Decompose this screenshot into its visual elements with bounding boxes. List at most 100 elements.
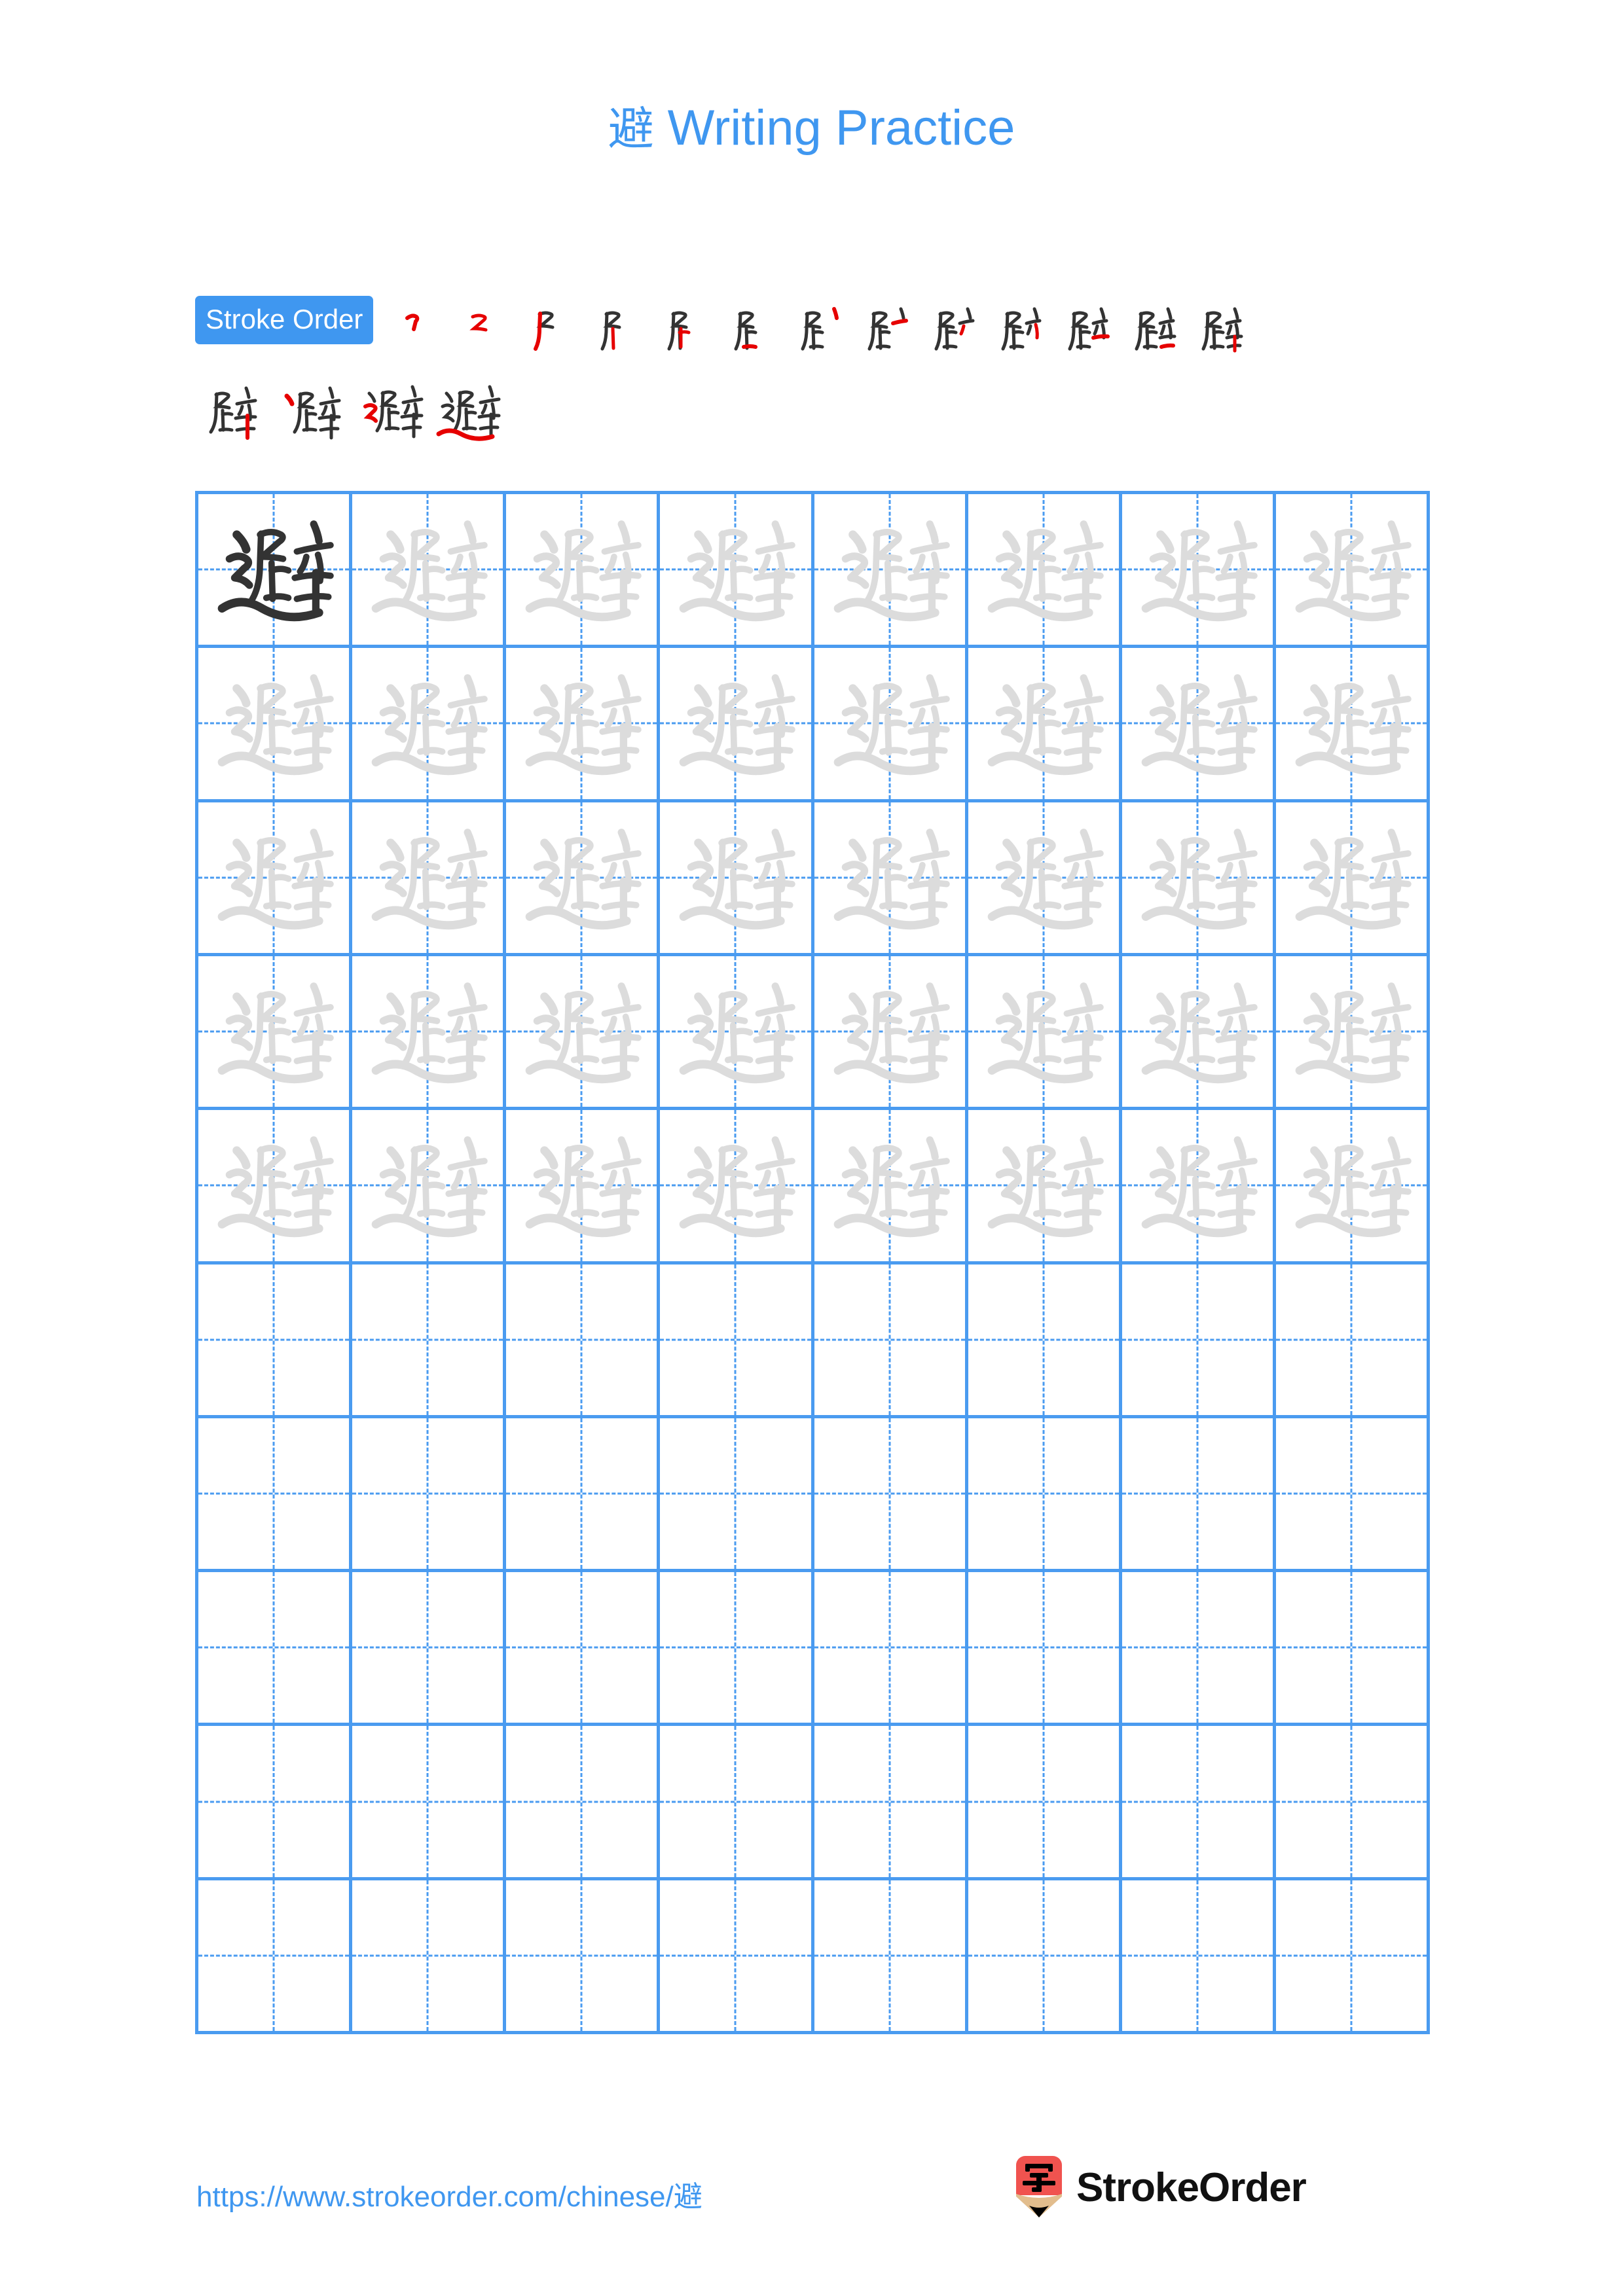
practice-cell[interactable] [1122, 1418, 1276, 1573]
practice-cell[interactable] [506, 1418, 661, 1573]
practice-cell[interactable] [506, 802, 661, 956]
practice-cell[interactable] [506, 1572, 661, 1727]
practice-cell[interactable] [814, 1418, 968, 1573]
cell-horizontal-guide [814, 1338, 965, 1341]
practice-cell[interactable] [660, 956, 814, 1111]
practice-cell[interactable] [968, 1572, 1122, 1727]
model-character [198, 494, 349, 645]
cell-horizontal-guide [198, 1492, 350, 1495]
practice-cell[interactable] [1275, 1264, 1430, 1418]
practice-cell[interactable] [198, 494, 353, 649]
practice-cell[interactable] [968, 1418, 1122, 1573]
practice-cell[interactable] [198, 1880, 353, 2034]
trace-character [660, 956, 811, 1107]
practice-cell[interactable] [814, 494, 968, 649]
footer-url-link[interactable]: https://www.strokeorder.com/chinese/避 [196, 2173, 702, 2215]
practice-cell[interactable] [506, 648, 661, 802]
practice-cell[interactable] [1275, 1572, 1430, 1727]
practice-cell[interactable] [352, 1418, 507, 1573]
cell-horizontal-guide [506, 1801, 657, 1803]
practice-cell[interactable] [660, 1726, 814, 1880]
cell-horizontal-guide [660, 1646, 811, 1649]
practice-cell[interactable] [814, 802, 968, 956]
practice-cell[interactable] [1275, 1726, 1430, 1880]
practice-cell[interactable] [660, 1110, 814, 1265]
practice-cell[interactable] [968, 1726, 1122, 1880]
practice-cell[interactable] [814, 956, 968, 1111]
practice-cell[interactable] [968, 494, 1122, 649]
practice-cell[interactable] [352, 1264, 507, 1418]
practice-cell[interactable] [1275, 1110, 1430, 1265]
practice-cell[interactable] [1122, 1110, 1276, 1265]
practice-cell[interactable] [968, 648, 1122, 802]
practice-cell[interactable] [1275, 648, 1430, 802]
practice-cell[interactable] [198, 1726, 353, 1880]
practice-cell[interactable] [352, 494, 507, 649]
footer-logo[interactable]: StrokeOrder [1013, 2155, 1307, 2220]
practice-cell[interactable] [814, 1264, 968, 1418]
practice-cell[interactable] [968, 802, 1122, 956]
practice-cell[interactable] [198, 956, 353, 1111]
practice-cell[interactable] [660, 1572, 814, 1727]
trace-character [1122, 494, 1273, 645]
trace-character [506, 1110, 657, 1261]
stroke-step-8 [852, 296, 919, 361]
practice-cell[interactable] [814, 1880, 968, 2034]
practice-cell[interactable] [814, 1572, 968, 1727]
trace-character [198, 648, 349, 798]
stroke-order-badge: Stroke Order [195, 296, 374, 344]
practice-cell[interactable] [660, 1880, 814, 2034]
practice-cell[interactable] [1275, 1418, 1430, 1573]
practice-cell[interactable] [968, 1264, 1122, 1418]
trace-character [1276, 648, 1427, 798]
practice-cell[interactable] [198, 1418, 353, 1573]
practice-cell[interactable] [198, 1264, 353, 1418]
practice-cell[interactable] [660, 1418, 814, 1573]
practice-cell[interactable] [660, 494, 814, 649]
practice-cell[interactable] [1275, 494, 1430, 649]
practice-cell[interactable] [506, 494, 661, 649]
practice-cell[interactable] [814, 1726, 968, 1880]
practice-cell[interactable] [506, 1264, 661, 1418]
practice-cell[interactable] [1122, 1572, 1276, 1727]
practice-cell[interactable] [1122, 648, 1276, 802]
practice-cell[interactable] [660, 802, 814, 956]
practice-cell[interactable] [352, 1880, 507, 2034]
practice-cell[interactable] [352, 802, 507, 956]
practice-cell[interactable] [506, 1726, 661, 1880]
trace-character [352, 494, 503, 645]
cell-horizontal-guide [968, 1954, 1119, 1957]
practice-cell[interactable] [1122, 956, 1276, 1111]
practice-cell[interactable] [352, 1110, 507, 1265]
stroke-step-13 [1186, 296, 1253, 361]
cell-horizontal-guide [506, 1954, 657, 1957]
practice-cell[interactable] [1122, 494, 1276, 649]
practice-cell[interactable] [1122, 1264, 1276, 1418]
practice-cell[interactable] [506, 1110, 661, 1265]
practice-cell[interactable] [968, 1880, 1122, 2034]
practice-cell[interactable] [814, 1110, 968, 1265]
practice-cell[interactable] [198, 1572, 353, 1727]
practice-cell[interactable] [968, 956, 1122, 1111]
practice-cell[interactable] [1122, 1880, 1276, 2034]
practice-cell[interactable] [814, 648, 968, 802]
practice-cell[interactable] [352, 648, 507, 802]
practice-cell[interactable] [198, 1110, 353, 1265]
practice-cell[interactable] [660, 1264, 814, 1418]
practice-cell[interactable] [1275, 802, 1430, 956]
practice-cell[interactable] [1275, 956, 1430, 1111]
practice-cell[interactable] [506, 1880, 661, 2034]
trace-character [506, 648, 657, 798]
practice-cell[interactable] [352, 1572, 507, 1727]
practice-cell[interactable] [968, 1110, 1122, 1265]
practice-cell[interactable] [506, 956, 661, 1111]
practice-cell[interactable] [198, 802, 353, 956]
practice-cell[interactable] [1122, 802, 1276, 956]
practice-cell[interactable] [352, 1726, 507, 1880]
practice-cell[interactable] [660, 648, 814, 802]
practice-cell[interactable] [1122, 1726, 1276, 1880]
practice-cell[interactable] [198, 648, 353, 802]
practice-cell[interactable] [352, 956, 507, 1111]
practice-cell[interactable] [1275, 1880, 1430, 2034]
cell-horizontal-guide [968, 1492, 1119, 1495]
